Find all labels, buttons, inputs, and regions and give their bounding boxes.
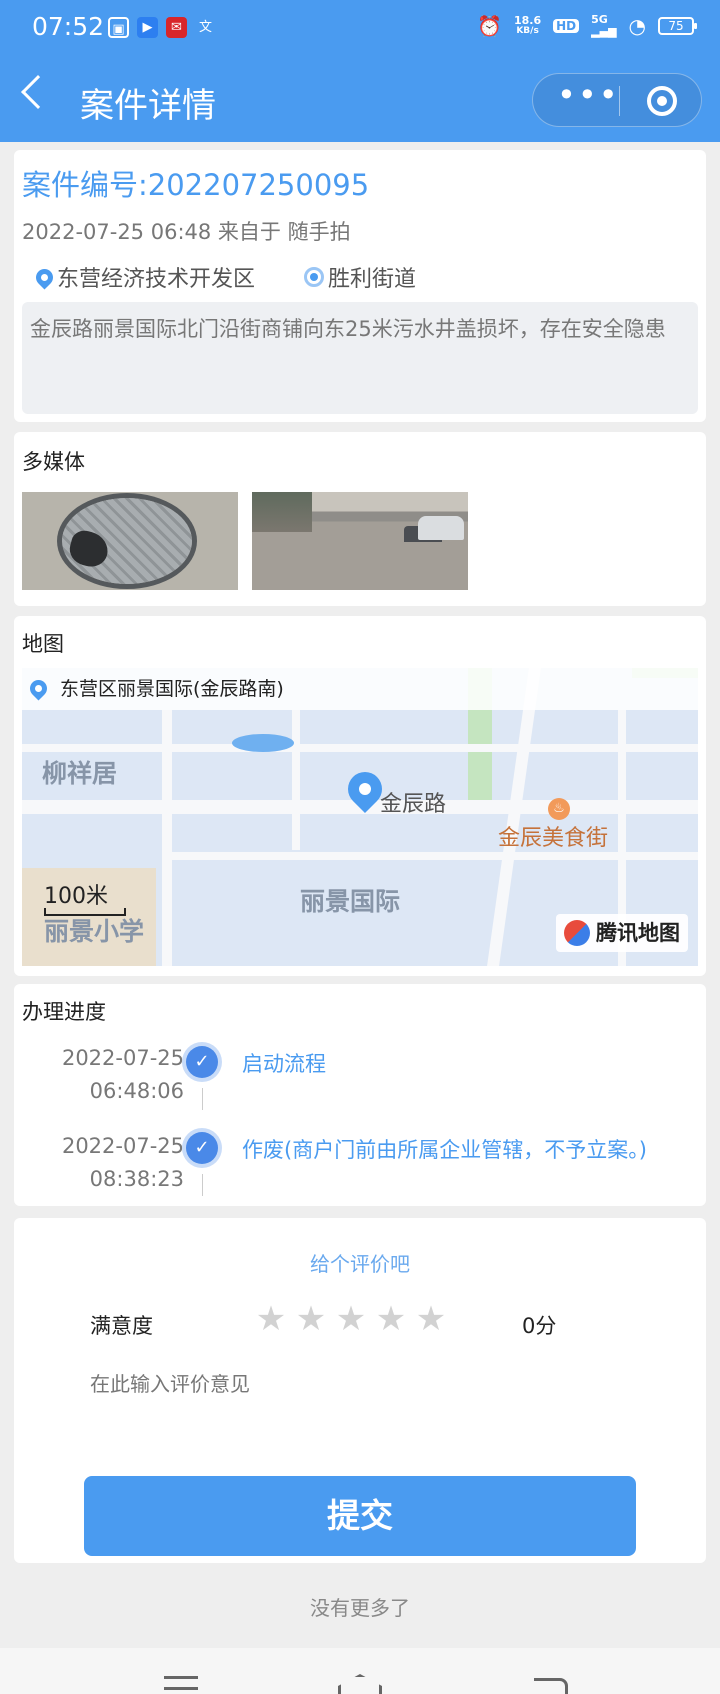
map-scale-label: 100米 [44, 884, 108, 909]
signal-icon: 5G ▂▄▆ [591, 13, 617, 38]
district-tag: 东营经济技术开发区 [32, 261, 256, 293]
step-time: 06:48:06 [89, 1079, 184, 1103]
street-label: 胜利街道 [328, 267, 417, 292]
map-provider-logo: 腾讯地图 [556, 914, 688, 952]
translate-app-icon: 文 [198, 20, 212, 35]
progress-card: 办理进度 2022-07-25 06:48:06 ✓ 启动流程 2022-07-… [14, 984, 706, 1206]
map-provider-label: 腾讯地图 [596, 921, 680, 945]
home-icon[interactable] [338, 1674, 382, 1694]
recent-apps-icon[interactable] [164, 1676, 198, 1690]
case-meta: 2022-07-25 06:48 来自于 随手拍 [22, 220, 351, 244]
comment-input[interactable] [90, 1362, 650, 1406]
map-pond [232, 734, 294, 752]
district-label: 东营经济技术开发区 [57, 267, 256, 292]
street-location-icon [304, 267, 324, 287]
rating-score: 0分 [522, 1314, 557, 1338]
star-icon[interactable]: ★ [414, 1302, 448, 1336]
alarm-icon: ⏰ [477, 14, 502, 38]
video-app-icon: ▶ [137, 17, 158, 38]
star-icon[interactable]: ★ [254, 1302, 288, 1336]
progress-title: 办理进度 [22, 1000, 106, 1024]
map-label-jinchenlu: 金辰路 [380, 792, 447, 817]
star-rating: ★ ★ ★ ★ ★ [254, 1302, 448, 1336]
map-road-v1 [162, 710, 172, 966]
media-card: 多媒体 [14, 432, 706, 606]
case-description: 金辰路丽景国际北门沿街商铺向东25米污水井盖损坏，存在安全隐患 [22, 302, 698, 414]
step-check-icon: ✓ [186, 1132, 218, 1164]
media-photo-street[interactable] [252, 492, 468, 590]
wifi-icon: ◔ [628, 14, 646, 38]
news-app-icon: ✉ [166, 17, 187, 38]
map-scale-bar [44, 908, 126, 916]
no-more-text: 没有更多了 [310, 1596, 410, 1620]
compass-icon [564, 920, 590, 946]
satisfaction-label: 满意度 [90, 1314, 153, 1338]
status-bar: 07:52 ▣ ▶ ✉ 文 ⏰ 18.6 KB/s HD 5G ▂▄▆ ◔ 75 [0, 0, 720, 56]
page-title: 案件详情 [80, 86, 216, 126]
step-datetime: 2022-07-25 06:48:06 [14, 1042, 184, 1108]
net-speed: 18.6 KB/s [514, 14, 542, 36]
app-notification-icon: ▣ [108, 17, 129, 38]
back-icon[interactable] [534, 1678, 568, 1694]
status-time: 07:52 [32, 12, 105, 41]
location-pin-icon [32, 264, 57, 290]
battery-icon: 75 [658, 17, 697, 35]
map-card: 地图 柳祥居 金辰路 ♨ 金辰美食街 丽景国际 丽景小学 100米 腾讯地图 东… [14, 616, 706, 976]
timeline-connector [202, 1088, 203, 1110]
system-nav-bar [0, 1648, 720, 1694]
street-tag: 胜利街道 [304, 261, 416, 293]
step-time: 08:38:23 [89, 1167, 184, 1191]
case-number: 案件编号:202207250095 [22, 168, 370, 202]
step-check-icon: ✓ [186, 1046, 218, 1078]
star-icon[interactable]: ★ [374, 1302, 408, 1336]
step-text: 启动流程 [242, 1052, 326, 1076]
step-date: 2022-07-25 [61, 1134, 184, 1158]
hd-icon: HD [553, 19, 580, 33]
case-info-card: 案件编号:202207250095 2022-07-25 06:48 来自于 随… [14, 150, 706, 422]
capsule-divider [619, 86, 620, 116]
app-header: 07:52 ▣ ▶ ✉ 文 ⏰ 18.6 KB/s HD 5G ▂▄▆ ◔ 75… [0, 0, 720, 142]
close-miniprogram-icon[interactable] [647, 86, 677, 116]
step-text: 作废(商户门前由所属企业管辖，不予立案。) [242, 1138, 647, 1162]
rating-title: 给个评价吧 [310, 1252, 410, 1276]
star-icon[interactable]: ★ [294, 1302, 328, 1336]
map-address-bar: 东营区丽景国际(金辰路南) [22, 668, 698, 710]
map-road-h2 [22, 744, 698, 752]
map-label-lijingxiaoxue: 丽景小学 [44, 917, 145, 946]
address-pin-icon [26, 676, 51, 701]
map-view[interactable]: 柳祥居 金辰路 ♨ 金辰美食街 丽景国际 丽景小学 100米 腾讯地图 东营区丽… [22, 668, 698, 966]
timeline-connector [202, 1174, 203, 1196]
media-title: 多媒体 [22, 450, 85, 474]
submit-button[interactable]: 提交 [84, 1476, 636, 1556]
status-right: ⏰ 18.6 KB/s HD 5G ▂▄▆ ◔ 75 [477, 13, 697, 38]
map-label-lijingguoji: 丽景国际 [300, 887, 401, 916]
notification-icons: ▣ ▶ ✉ 文 [108, 17, 216, 38]
star-icon[interactable]: ★ [334, 1302, 368, 1336]
step-date: 2022-07-25 [61, 1046, 184, 1070]
map-title: 地图 [22, 632, 64, 656]
map-address: 东营区丽景国际(金辰路南) [60, 678, 284, 700]
map-road-v2 [487, 668, 541, 966]
map-label-liuxiangju: 柳祥居 [42, 759, 118, 788]
media-photo-manhole[interactable] [22, 492, 238, 590]
more-menu-icon[interactable]: ••• [557, 79, 618, 118]
map-label-meishijie: 金辰美食街 [498, 826, 609, 851]
back-arrow-icon[interactable] [21, 75, 55, 109]
restaurant-poi-icon: ♨ [548, 798, 570, 820]
map-road-v4 [292, 710, 300, 850]
rating-card: 给个评价吧 满意度 ★ ★ ★ ★ ★ 0分 提交 [14, 1218, 706, 1563]
step-datetime: 2022-07-25 08:38:23 [14, 1130, 184, 1196]
miniprogram-capsule: ••• [532, 73, 702, 127]
